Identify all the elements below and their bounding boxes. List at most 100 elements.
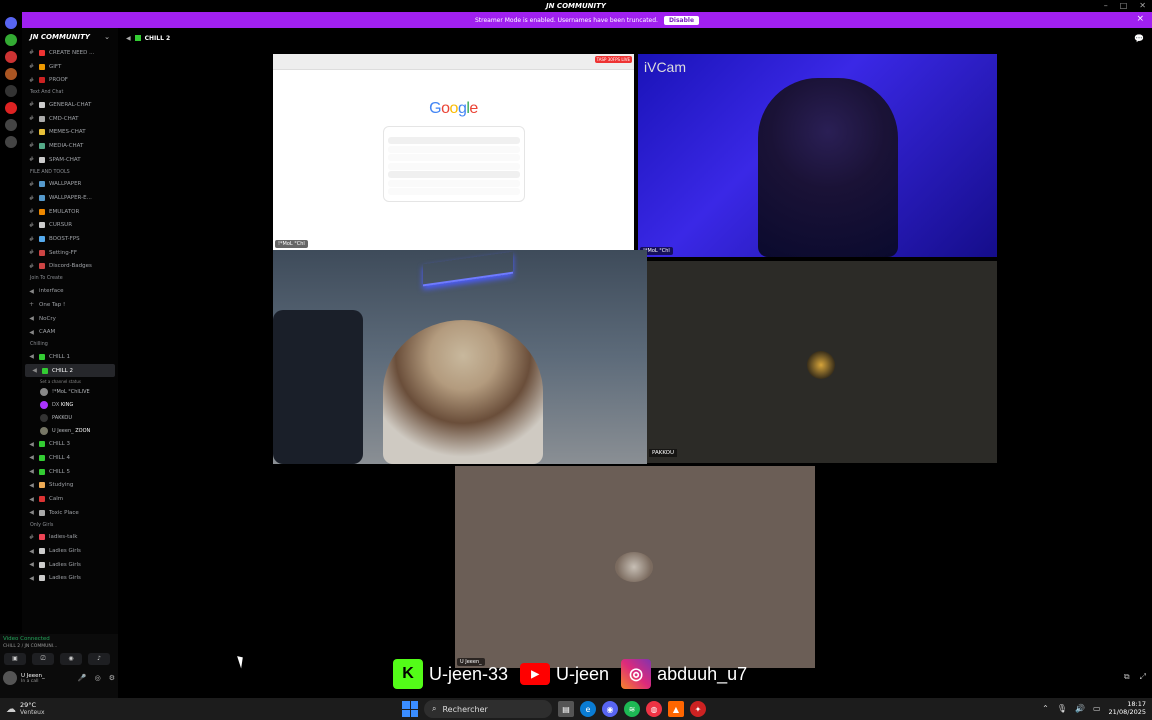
voice-channel-item[interactable]: ◀ Studying [22,479,118,493]
voice-channel-item[interactable]: ◀ NoCry [22,312,118,326]
microphone-icon[interactable]: 🎤 [78,674,87,682]
maximize-icon[interactable]: □ [1120,1,1128,10]
microphone-icon[interactable]: 🎙 [1057,704,1067,713]
popout-icon[interactable]: ⧉ [1124,672,1130,682]
channel-item[interactable]: # SPAM-CHAT [22,153,118,167]
voice-channel-item[interactable]: ◀ CHILL 1 [22,350,118,364]
spotify-icon[interactable]: ≋ [624,701,640,717]
voice-channel-item[interactable]: ◀ CHILL 5 [22,465,118,479]
voice-channel-item[interactable]: ◀ Ladies Girls [22,558,118,572]
clock[interactable]: 18:17 21/08/2025 [1109,700,1146,716]
participant-tile-ujeeen[interactable]: U Jeeen_ [455,466,815,668]
channel-item[interactable]: # WALLPAPER-E... [22,191,118,205]
server-header[interactable]: JN COMMUNITY ⌄ [22,28,118,46]
screen-share-icon[interactable]: ⎚ [32,653,54,665]
discord-icon[interactable]: ◉ [602,701,618,717]
voice-channel-item[interactable]: + One Tap ! [22,298,118,312]
category-only-girls[interactable]: Only Girls [22,520,118,531]
webcam-tile[interactable] [273,250,647,464]
chat-icon[interactable]: 💬 [1134,34,1144,43]
channel-item[interactable]: # Discord-Badges [22,260,118,274]
voice-channel-item[interactable]: ◀ CAAM [22,325,118,339]
server-icon[interactable] [5,85,17,97]
headphones-icon[interactable]: ◎ [95,674,101,682]
network-icon[interactable]: ▭ [1093,704,1101,713]
category-file-and-tools[interactable]: FILE AND TOOLS [22,167,118,178]
chrome-icon[interactable]: ◍ [646,701,662,717]
voice-channel-item[interactable]: ◀ Ladies Girls [22,572,118,586]
soundboard-icon[interactable]: ♪ [88,653,110,665]
system-tray: ⌃ 🎙 🔊 ▭ 18:17 21/08/2025 [1042,700,1146,716]
category-join-to-create[interactable]: Join To Create [22,273,118,284]
gear-icon[interactable]: ⚙ [109,674,115,682]
server-icon[interactable] [5,68,17,80]
hash-icon: # [28,142,35,150]
hash-icon: # [28,49,35,57]
close-icon[interactable]: ✕ [1139,1,1146,10]
app-icon[interactable]: ▲ [668,701,684,717]
emoji-icon [39,101,45,108]
voice-user[interactable]: !*MoL °Chl LIVE [22,385,118,398]
channel-item[interactable]: # Setting-FF [22,246,118,260]
voice-channel-item[interactable]: ◀ interface [22,284,118,298]
camera-tile[interactable]: iVCam !*MoL °Chl [638,54,997,257]
channel-item[interactable]: # GIFT [22,60,118,74]
voice-channel-item[interactable]: ◀ CHILL 4 [22,451,118,465]
instagram-icon: ◎ [621,659,652,689]
channel-item[interactable]: # MEMES-CHAT [22,125,118,139]
voice-channel-item[interactable]: ◀ Ladies Girls [22,544,118,558]
voice-channel-item[interactable]: ◀ CHILL 3 [22,437,118,451]
led-strip [423,251,513,287]
volume-icon[interactable]: 🔊 [1075,704,1085,713]
windows-start-icon[interactable] [402,701,418,717]
screen-share-tile[interactable]: TASP 30FPS LIVE Google !*MoL °Chl [273,54,634,250]
category-text-and-chat[interactable]: Text And Chat [22,87,118,98]
server-icon[interactable] [5,51,17,63]
voice-user[interactable]: PAKKOU [22,411,118,424]
hash-icon: # [28,115,35,123]
browser-chrome [273,54,634,70]
hash-icon: # [28,101,35,109]
add-server-icon[interactable] [5,119,17,131]
explore-icon[interactable] [5,136,17,148]
channel-item[interactable]: # CREATE NEED ... [22,46,118,60]
server-icon[interactable] [5,102,17,114]
channel-item[interactable]: # CURSUR [22,219,118,233]
disable-button[interactable]: Disable [663,15,700,25]
discord-home-icon[interactable] [5,17,17,29]
voice-channel-active[interactable]: ◀ CHILL 2 [25,363,115,378]
channel-item[interactable]: # EMULATOR [22,205,118,219]
weather-widget[interactable]: ☁ 29°C Venteux [0,702,45,717]
emoji-icon [39,468,45,475]
chevron-up-icon[interactable]: ⌃ [1042,704,1049,713]
channel-item[interactable]: # PROOF [22,73,118,87]
file-explorer-icon[interactable]: ▤ [558,701,574,717]
banner-close-icon[interactable]: × [1136,14,1144,24]
channel-item[interactable]: # WALLPAPER [22,178,118,192]
fullscreen-icon[interactable]: ⤢ [1140,672,1146,682]
chevron-down-icon[interactable]: ⌄ [104,33,110,41]
channel-status[interactable]: Set a channel status [22,377,118,385]
hash-icon: # [28,221,35,229]
participant-tile-pakkou[interactable]: PAKKOU [647,261,997,463]
voice-channel-item[interactable]: ◀ Toxic Place [22,506,118,520]
category-chilling[interactable]: Chilling [22,339,118,350]
channel-item[interactable]: # GENERAL-CHAT [22,98,118,112]
avatar[interactable] [3,671,17,685]
channel-item[interactable]: # BOOST-FPS [22,232,118,246]
avatar [807,351,835,379]
camera-icon[interactable]: ▣ [4,653,26,665]
activity-icon[interactable]: ◉ [60,653,82,665]
voice-user[interactable]: DX KING [22,398,118,411]
voice-channel-item[interactable]: ◀ Calm [22,492,118,506]
channel-item[interactable]: # CMD-CHAT [22,112,118,126]
channel-item[interactable]: # ladies-talk [22,531,118,545]
voice-user[interactable]: U Jeeen_ ZOON [22,424,118,437]
server-icon[interactable] [5,34,17,46]
minimize-icon[interactable]: – [1104,1,1108,10]
channel-item[interactable]: # MEDIA-CHAT [22,139,118,153]
app-icon[interactable]: ✦ [690,701,706,717]
webcam-person [383,320,543,464]
edge-icon[interactable]: e [580,701,596,717]
taskbar-search[interactable]: ⌕ Rechercher [424,700,552,718]
